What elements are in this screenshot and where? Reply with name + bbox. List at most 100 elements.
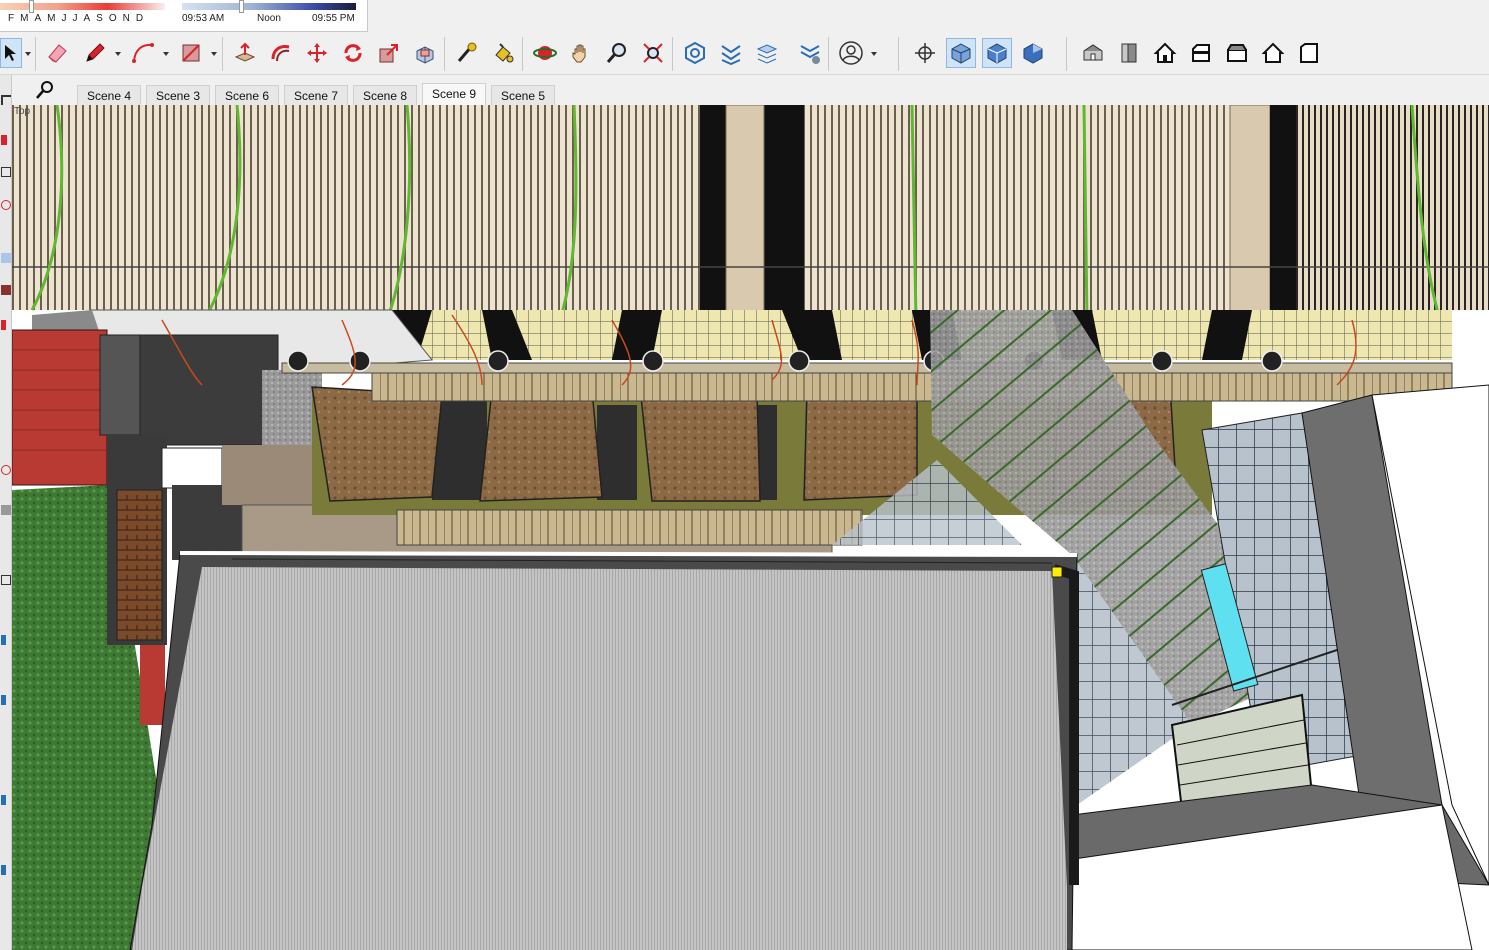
extension-button[interactable] [716, 38, 746, 68]
shape-icon [182, 44, 200, 62]
month-label: A [83, 13, 92, 24]
orbit-button[interactable] [530, 38, 560, 68]
orbit-icon [533, 46, 557, 60]
top-view-button[interactable] [1114, 38, 1144, 68]
main-toolbar [0, 33, 1489, 75]
pencil-button[interactable] [80, 38, 110, 68]
tool-icon[interactable] [1, 795, 6, 805]
tool-icon[interactable] [1, 253, 11, 263]
month-label: A [34, 13, 43, 24]
month-label: N [122, 13, 131, 24]
toolbar-divider [222, 37, 223, 71]
back-view-button[interactable] [1222, 38, 1252, 68]
month-label: O [108, 13, 118, 24]
back-edges-icon [987, 43, 1007, 64]
tool-icon[interactable] [1, 167, 11, 177]
right-view-button[interactable] [1186, 38, 1216, 68]
scale-button[interactable] [374, 38, 404, 68]
tool-icon[interactable] [1, 505, 11, 515]
paint-bucket-button[interactable] [488, 38, 518, 68]
push-pull-icon [234, 42, 256, 62]
eraser-button[interactable] [42, 38, 72, 68]
arc-icon [132, 43, 154, 63]
warehouse-button[interactable] [680, 38, 710, 68]
move-button[interactable] [302, 38, 332, 68]
dark-opening [700, 105, 726, 310]
month-label: F [8, 13, 16, 24]
rotate-button[interactable] [338, 38, 368, 68]
xray-button[interactable] [946, 38, 976, 68]
chevron-down-icon[interactable] [114, 50, 122, 58]
front-view-icon [1153, 42, 1177, 63]
month-slider[interactable] [0, 3, 165, 10]
push-pull-button[interactable] [230, 38, 260, 68]
tool-icon[interactable] [1, 575, 11, 585]
tab-scene-7[interactable]: Scene 7 [284, 85, 349, 105]
pan-icon [572, 44, 586, 63]
tool-icon[interactable] [1, 465, 11, 475]
time-slider[interactable] [182, 3, 356, 10]
pencil-icon [86, 43, 105, 62]
time-slider-thumb[interactable] [239, 0, 244, 13]
dark-opening [764, 105, 804, 310]
main-roof [142, 567, 1067, 887]
wireframe-button[interactable] [1018, 38, 1048, 68]
tab-scene-4[interactable]: Scene 4 [77, 85, 142, 105]
chevron-down-icon[interactable] [162, 50, 170, 58]
red-roof [12, 329, 108, 486]
tab-scene-6[interactable]: Scene 6 [215, 85, 280, 105]
left-view-button[interactable] [1258, 38, 1288, 68]
pan-button[interactable] [566, 38, 596, 68]
front-view-button[interactable] [1150, 38, 1180, 68]
tab-scene-5[interactable]: Scene 5 [491, 85, 556, 105]
follow-me-button[interactable] [266, 38, 296, 68]
iso-view-button[interactable] [1078, 38, 1108, 68]
layers-button[interactable] [752, 38, 782, 68]
eraser-icon [48, 44, 67, 63]
month-slider-thumb[interactable] [29, 0, 34, 13]
chevron-down-icon[interactable] [24, 50, 32, 58]
toolbar-divider [898, 37, 899, 71]
tab-scene-8[interactable]: Scene 8 [353, 85, 418, 105]
time-noon-label: Noon [257, 13, 281, 24]
search-icon[interactable] [34, 79, 56, 101]
zoom-button[interactable] [602, 38, 632, 68]
tab-scene-3[interactable]: Scene 3 [146, 85, 211, 105]
model-viewport[interactable]: Top [12, 105, 1489, 950]
arc-button[interactable] [128, 38, 158, 68]
tool-icon[interactable] [1, 635, 6, 645]
tool-icon[interactable] [1, 135, 7, 145]
month-label: M [47, 13, 57, 24]
bottom-view-icon [1300, 43, 1318, 63]
position-camera-button[interactable] [910, 38, 940, 68]
tool-icon[interactable] [1, 695, 6, 705]
move-icon [307, 43, 327, 63]
tool-icon[interactable] [1, 285, 11, 295]
tool-icon[interactable] [1, 200, 11, 210]
styles-icon [800, 45, 820, 64]
chevron-down-icon[interactable] [210, 50, 218, 58]
zoom-icon [606, 43, 626, 63]
offset-button[interactable] [410, 38, 440, 68]
dark-opening [1270, 105, 1296, 310]
shape-button[interactable] [176, 38, 206, 68]
back-view-icon [1227, 44, 1247, 62]
tool-icon[interactable] [1, 95, 11, 105]
extension-icon [721, 45, 741, 65]
tab-scene-9[interactable]: Scene 9 [422, 83, 487, 105]
chevron-down-icon[interactable] [870, 50, 878, 58]
column [1229, 105, 1271, 316]
bottom-view-button[interactable] [1294, 38, 1324, 68]
tool-icon[interactable] [1, 320, 6, 330]
tool-icon[interactable] [1, 865, 6, 875]
select-tool-button[interactable] [0, 38, 22, 68]
back-edges-button[interactable] [982, 38, 1012, 68]
account-button[interactable] [836, 38, 866, 68]
zoom-extents-button[interactable] [638, 38, 668, 68]
layers-icon [756, 44, 778, 64]
month-label: M [20, 13, 30, 24]
left-view-icon [1261, 42, 1285, 63]
tape-measure-button[interactable] [452, 38, 482, 68]
xray-icon [951, 43, 971, 64]
styles-button[interactable] [795, 38, 825, 68]
